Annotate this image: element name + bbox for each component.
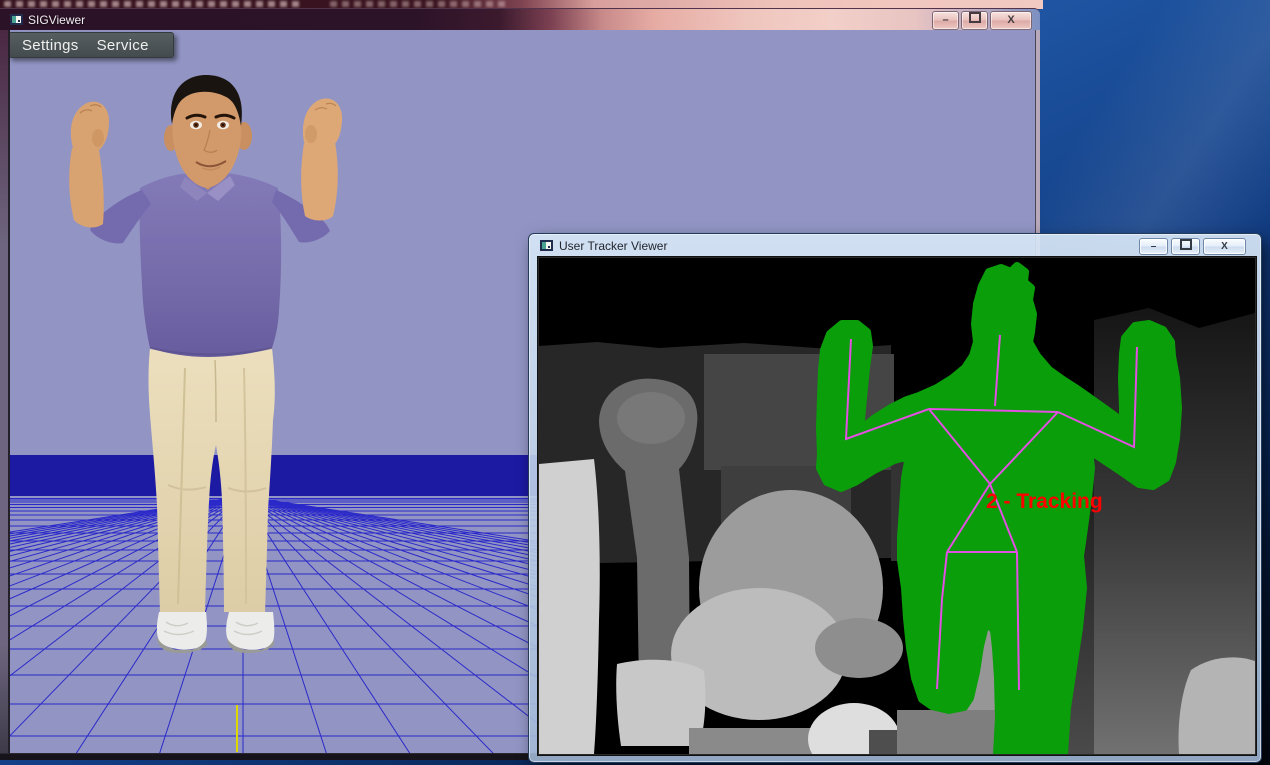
menu-item-settings[interactable]: Settings xyxy=(22,37,79,54)
tracker-window-title: User Tracker Viewer xyxy=(559,239,667,253)
minimize-button[interactable]: – xyxy=(932,11,959,30)
close-button[interactable]: X xyxy=(1203,238,1246,255)
depth-image: 2 - Tracking xyxy=(539,258,1255,754)
sigviewer-window-border xyxy=(0,30,10,753)
close-icon: X xyxy=(1221,241,1228,252)
maximize-button[interactable] xyxy=(961,11,988,30)
minimize-button[interactable]: – xyxy=(1139,238,1168,255)
tracking-status-label: 2 - Tracking xyxy=(986,490,1103,513)
sigviewer-app-icon[interactable] xyxy=(10,14,23,25)
minimize-icon: – xyxy=(1151,241,1157,252)
maximize-icon xyxy=(969,12,981,23)
maximize-icon xyxy=(1180,239,1192,250)
tracker-window: User Tracker Viewer – X xyxy=(528,233,1262,763)
tracker-app-icon[interactable] xyxy=(540,240,553,251)
blurred-console-text xyxy=(4,1,304,7)
blurred-console-text xyxy=(330,1,510,7)
minimize-icon: – xyxy=(942,14,948,26)
sigviewer-window-title: SIGViewer xyxy=(28,13,85,27)
sigviewer-titlebar[interactable]: SIGViewer – X xyxy=(0,8,1040,31)
close-icon: X xyxy=(1007,14,1014,26)
menu-item-service[interactable]: Service xyxy=(97,37,149,54)
tracker-titlebar[interactable]: User Tracker Viewer – X xyxy=(529,234,1261,257)
close-button[interactable]: X xyxy=(990,11,1032,30)
maximize-button[interactable] xyxy=(1171,238,1200,255)
sigviewer-menubar: Settings Service xyxy=(8,32,174,58)
tracker-depth-view: 2 - Tracking xyxy=(538,257,1256,755)
